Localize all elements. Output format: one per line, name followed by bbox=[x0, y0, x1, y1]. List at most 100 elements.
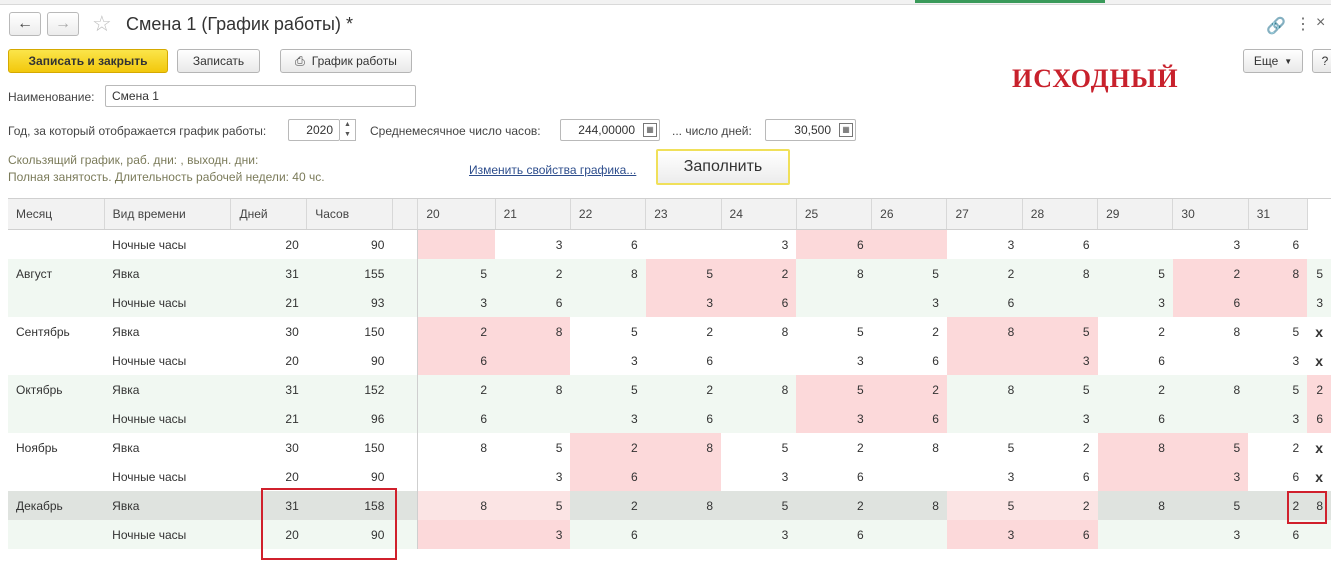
day-cell[interactable]: 5 bbox=[721, 491, 797, 520]
days-cell[interactable]: 20 bbox=[230, 462, 307, 491]
calculator-icon[interactable]: ▦ bbox=[643, 123, 657, 137]
day-cell[interactable] bbox=[871, 462, 947, 491]
hours-cell[interactable]: 158 bbox=[306, 491, 393, 520]
month-cell[interactable] bbox=[8, 404, 105, 433]
table-row[interactable]: Октябрь Явка 31 152 2 8 5 2 8 5 2 8 5 2 8 5 2 bbox=[8, 375, 1331, 404]
day-cell[interactable]: 3 bbox=[570, 404, 646, 433]
day-cell[interactable] bbox=[1307, 520, 1331, 549]
change-schedule-properties-link[interactable]: Изменить свойства графика... bbox=[469, 163, 636, 177]
table-row[interactable]: Ноябрь Явка 30 150 8 5 2 8 5 2 8 5 2 8 5 2 x bbox=[8, 433, 1331, 462]
day-cell[interactable]: 5 bbox=[721, 433, 797, 462]
day-cell[interactable]: 2 bbox=[1248, 491, 1308, 520]
day-cell[interactable]: 6 bbox=[570, 229, 646, 259]
day-cell[interactable] bbox=[946, 346, 1023, 375]
day-cell[interactable] bbox=[495, 404, 571, 433]
day-cell[interactable] bbox=[1097, 520, 1173, 549]
back-button[interactable]: ← bbox=[9, 12, 41, 36]
day-cell[interactable] bbox=[495, 346, 571, 375]
day-cell[interactable] bbox=[417, 462, 496, 491]
day-cell[interactable]: 3 bbox=[495, 462, 571, 491]
day-cell[interactable]: 5 bbox=[796, 317, 872, 346]
work-schedule-button[interactable]: ⎙ График работы bbox=[280, 49, 412, 73]
day-cell[interactable]: 5 bbox=[1248, 375, 1308, 404]
column-header[interactable]: Месяц bbox=[8, 199, 105, 230]
day-cell[interactable] bbox=[946, 404, 1023, 433]
link-icon[interactable]: 🔗 bbox=[1266, 16, 1286, 36]
day-cell[interactable]: 8 bbox=[796, 259, 872, 288]
day-cell[interactable]: 3 bbox=[1022, 404, 1098, 433]
hours-cell[interactable]: 155 bbox=[306, 259, 393, 288]
days-cell[interactable]: 30 bbox=[230, 433, 307, 462]
days-cell[interactable]: 20 bbox=[230, 346, 307, 375]
day-cell[interactable]: 3 bbox=[1172, 229, 1249, 259]
days-cell[interactable]: 21 bbox=[230, 404, 307, 433]
day-cell[interactable]: 3 bbox=[1307, 288, 1331, 317]
day-cell[interactable] bbox=[417, 520, 496, 549]
day-cell[interactable]: 8 bbox=[721, 317, 797, 346]
time-kind-cell[interactable]: Ночные часы bbox=[104, 462, 231, 491]
day-cell[interactable] bbox=[1172, 404, 1249, 433]
day-cell[interactable]: 3 bbox=[570, 346, 646, 375]
day-cell[interactable]: 2 bbox=[871, 317, 947, 346]
time-kind-cell[interactable]: Явка bbox=[104, 317, 231, 346]
day-cell[interactable]: 6 bbox=[871, 346, 947, 375]
day-cell[interactable]: 8 bbox=[1248, 259, 1308, 288]
day-cell[interactable]: 2 bbox=[871, 375, 947, 404]
time-kind-cell[interactable]: Ночные часы bbox=[104, 288, 231, 317]
column-header[interactable]: 29 bbox=[1097, 199, 1174, 230]
day-cell[interactable]: 8 bbox=[946, 375, 1023, 404]
month-cell[interactable]: Ноябрь bbox=[8, 433, 105, 462]
name-input[interactable]: Смена 1 bbox=[105, 85, 416, 107]
day-cell[interactable] bbox=[1172, 346, 1249, 375]
hours-cell[interactable]: 90 bbox=[306, 229, 393, 259]
day-cell[interactable] bbox=[1022, 288, 1098, 317]
day-cell[interactable]: x bbox=[1307, 346, 1331, 375]
hours-cell[interactable]: 93 bbox=[306, 288, 393, 317]
time-kind-cell[interactable]: Ночные часы bbox=[104, 520, 231, 549]
day-cell[interactable]: 5 bbox=[570, 375, 646, 404]
day-cell[interactable]: 6 bbox=[1097, 404, 1173, 433]
day-cell[interactable]: 6 bbox=[721, 288, 797, 317]
day-cell[interactable] bbox=[721, 346, 797, 375]
table-row[interactable]: Сентябрь Явка 30 150 2 8 5 2 8 5 2 8 5 2 8 5 x bbox=[8, 317, 1331, 346]
year-spinner[interactable]: ▲ ▼ bbox=[340, 119, 356, 141]
day-cell[interactable]: 8 bbox=[495, 375, 571, 404]
column-header[interactable]: 31 bbox=[1248, 199, 1308, 230]
forward-button[interactable]: → bbox=[47, 12, 79, 36]
save-button[interactable]: Записать bbox=[177, 49, 260, 73]
day-cell[interactable] bbox=[871, 520, 947, 549]
time-kind-cell[interactable]: Ночные часы bbox=[104, 229, 231, 259]
day-cell[interactable]: 6 bbox=[946, 288, 1023, 317]
day-cell[interactable]: 2 bbox=[1097, 317, 1173, 346]
days-cell[interactable]: 20 bbox=[230, 229, 307, 259]
day-cell[interactable]: 2 bbox=[645, 375, 722, 404]
column-header[interactable]: Дней bbox=[230, 199, 308, 230]
day-cell[interactable]: 6 bbox=[1022, 520, 1098, 549]
day-cell[interactable]: 5 bbox=[645, 259, 722, 288]
day-cell[interactable] bbox=[1307, 229, 1331, 259]
hours-cell[interactable]: 150 bbox=[306, 433, 393, 462]
day-cell[interactable] bbox=[417, 229, 496, 259]
day-cell[interactable]: 8 bbox=[645, 491, 722, 520]
day-cell[interactable] bbox=[645, 229, 722, 259]
day-cell[interactable]: 8 bbox=[1097, 433, 1173, 462]
day-cell[interactable]: 6 bbox=[645, 404, 722, 433]
table-row[interactable]: Август Явка 31 155 5 2 8 5 2 8 5 2 8 5 2 8 5 bbox=[8, 259, 1331, 288]
table-row[interactable]: Декабрь Явка 31 158 8 5 2 8 5 2 8 5 2 8 5 2 8 bbox=[8, 491, 1331, 520]
day-cell[interactable]: 2 bbox=[417, 375, 496, 404]
day-cell[interactable]: 6 bbox=[417, 404, 496, 433]
column-header[interactable]: 28 bbox=[1022, 199, 1099, 230]
time-kind-cell[interactable]: Ночные часы bbox=[104, 404, 231, 433]
day-cell[interactable]: 8 bbox=[871, 433, 947, 462]
days-cell[interactable]: 31 bbox=[230, 491, 307, 520]
day-cell[interactable]: 2 bbox=[1022, 491, 1098, 520]
day-cell[interactable]: 8 bbox=[495, 317, 571, 346]
column-header[interactable]: 20 bbox=[417, 199, 496, 230]
column-header[interactable]: 26 bbox=[871, 199, 948, 230]
day-cell[interactable]: 6 bbox=[1307, 404, 1331, 433]
table-row[interactable]: Ночные часы 20 90 3 6 3 6 3 6 3 6 x bbox=[8, 462, 1331, 491]
day-cell[interactable]: 8 bbox=[871, 491, 947, 520]
day-cell[interactable]: 5 bbox=[796, 375, 872, 404]
day-cell[interactable]: 2 bbox=[721, 259, 797, 288]
fill-button[interactable]: Заполнить bbox=[656, 149, 790, 185]
